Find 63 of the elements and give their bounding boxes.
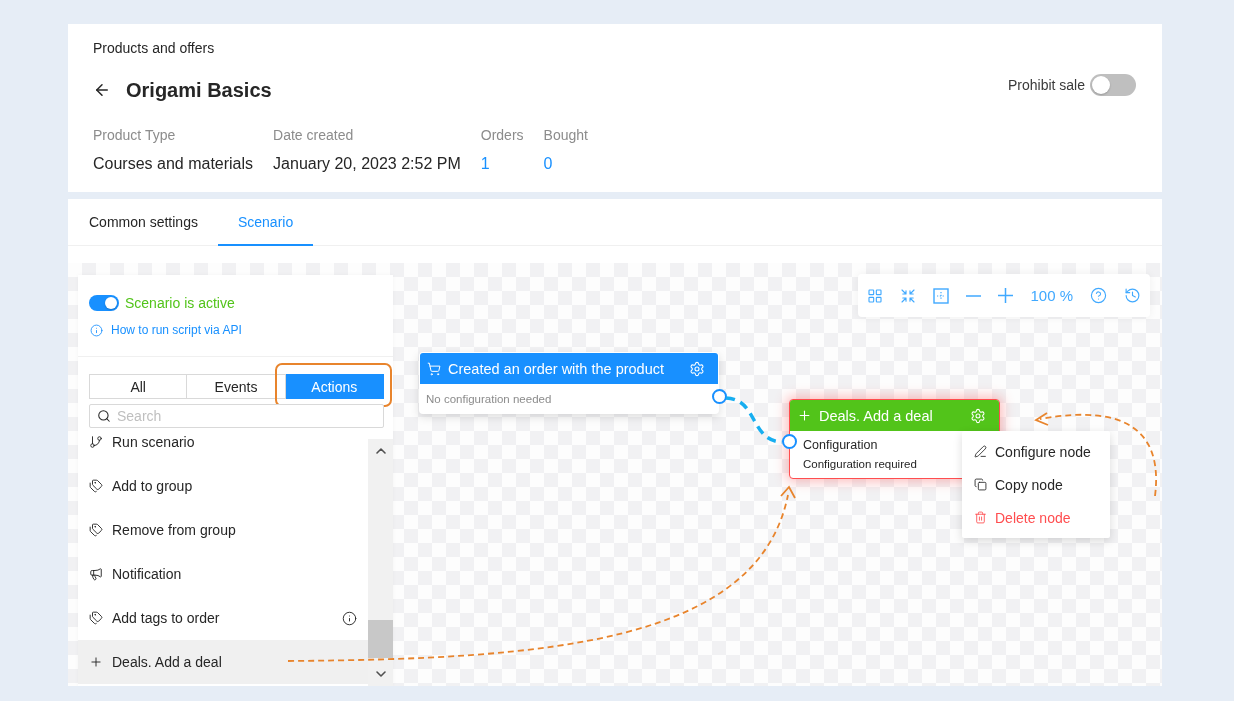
prohibit-sale-label: Prohibit sale [1007, 77, 1085, 93]
node-text: Configuration [803, 437, 878, 453]
copy-icon [974, 478, 987, 491]
trash-icon [974, 511, 987, 524]
meta-value: January 20, 2023 2:52 PM [273, 154, 461, 174]
tags-icon [89, 611, 103, 625]
filter-segment[interactable]: All [89, 374, 188, 399]
meta-label: Bought [543, 126, 588, 145]
plus-icon [998, 288, 1014, 303]
search-field[interactable]: Search [89, 404, 384, 428]
plus-icon [797, 408, 812, 423]
meta-label: Orders [480, 126, 524, 145]
action-label: Add to group [112, 478, 194, 494]
cart-icon [427, 361, 441, 376]
zoom-level: 100 % [1030, 287, 1073, 304]
search-icon [97, 409, 111, 423]
info-icon [90, 323, 103, 337]
node-title: Created an order with the product [448, 360, 665, 377]
node-text: Configuration required [803, 457, 917, 472]
branch-icon [89, 435, 103, 449]
fit-view-button[interactable] [933, 287, 950, 304]
node-text: No configuration needed [426, 391, 552, 407]
pen-icon [974, 445, 987, 458]
zoom-out-button[interactable] [966, 294, 982, 297]
action-list-item[interactable]: Deals. Add a deal [78, 640, 368, 684]
grid-icon [867, 287, 884, 304]
help-button[interactable] [1090, 287, 1107, 304]
filter-segment[interactable]: Events [187, 374, 286, 399]
tab[interactable]: Common settings [69, 199, 218, 246]
flow-node[interactable]: Created an order with the product No configuration needed [419, 352, 719, 414]
action-label: Deals. Add a deal [112, 654, 223, 670]
zoom-in-button[interactable] [998, 288, 1014, 303]
meta-label: Product Type [93, 126, 177, 145]
megaphone-icon [89, 567, 103, 581]
minus-icon [966, 294, 982, 297]
history-button[interactable] [1124, 287, 1141, 304]
info-icon[interactable] [342, 610, 357, 626]
plus-icon [89, 655, 103, 669]
action-label: Run scenario [112, 434, 196, 450]
settings-icon[interactable] [689, 360, 705, 377]
frame-icon [933, 287, 950, 304]
scrollbar[interactable] [368, 439, 393, 686]
back-button[interactable] [93, 81, 111, 99]
action-label: Remove from group [112, 522, 237, 538]
prohibit-sale-toggle[interactable] [1090, 74, 1136, 96]
grid-view-button[interactable] [867, 287, 884, 304]
product-title: Origami Basics [126, 78, 272, 103]
scenario-status-label: Scenario is active [125, 295, 235, 311]
shrink-icon [900, 287, 917, 304]
scenario-active-toggle[interactable] [89, 295, 119, 311]
action-label: Notification [112, 566, 183, 582]
action-label: Add tags to order [112, 610, 221, 626]
meta-value: Courses and materials [93, 154, 254, 174]
tags-icon [89, 523, 103, 537]
settings-icon[interactable] [970, 407, 986, 424]
node-title: Deals. Add a deal [819, 407, 934, 424]
tags-icon [89, 479, 103, 493]
history-icon [1124, 287, 1141, 304]
breadcrumb: Products and offers [93, 39, 216, 58]
help-icon [1090, 287, 1107, 304]
shrink-button[interactable] [900, 287, 917, 304]
scrollbar-thumb[interactable] [368, 620, 393, 658]
meta-label: Date created [273, 126, 355, 145]
